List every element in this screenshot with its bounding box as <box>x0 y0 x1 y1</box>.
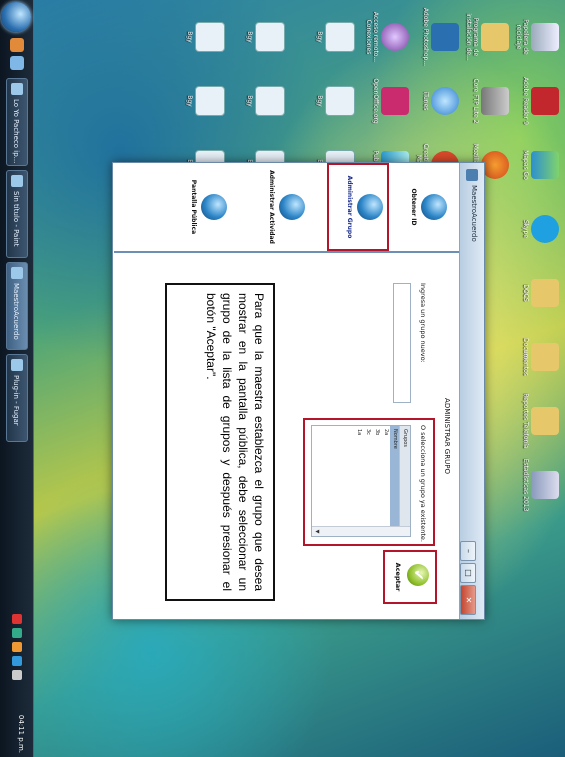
adobe-reader-icon <box>531 87 559 115</box>
group-list-item[interactable]: Nombre <box>390 426 399 536</box>
new-group-label: Ingresa un grupo nuevo: <box>419 283 427 363</box>
window-controls: –□✕ <box>460 539 481 615</box>
group-list-scrollbar[interactable]: ▼ <box>312 526 410 536</box>
desktop-icon-docs[interactable]: DOCS <box>522 262 559 324</box>
folder-icon <box>531 343 559 371</box>
taskbar-item[interactable]: Sin título - Paint <box>6 170 28 258</box>
window-title: MaestroAcuerdo <box>470 185 478 242</box>
desktop-icon-file[interactable]: Bgy <box>246 6 285 68</box>
remote-icon <box>381 23 409 51</box>
group-list-header: Grupos <box>399 426 410 536</box>
tray-icon[interactable] <box>12 642 22 652</box>
globe-icon <box>201 194 227 220</box>
paint-icon <box>11 175 23 187</box>
group-list-item[interactable]: 2a <box>381 426 390 536</box>
openoffice-icon <box>381 87 409 115</box>
tray-icon[interactable] <box>12 628 22 638</box>
minimize-button[interactable]: – <box>460 541 476 561</box>
group-list[interactable]: Grupos Nombre 2a 3b 3c 1a ▼ <box>311 425 411 537</box>
desktop-icon-documents[interactable]: Documentos <box>522 326 559 388</box>
firefox-icon <box>481 151 509 179</box>
taskbar: Lo Yo Pacheco ip... Sin título - Paint M… <box>0 0 34 757</box>
desktop-icon-stats[interactable]: Estadísticas 2013 <box>522 454 559 516</box>
clock[interactable]: 04:11 p.m. <box>17 715 25 753</box>
desktop-icon-photoshop[interactable]: Adobe Photoshop... <box>422 6 459 68</box>
quicklaunch-icon[interactable] <box>10 38 24 52</box>
group-list-item[interactable]: 3c <box>363 426 372 536</box>
folder-icon <box>531 407 559 435</box>
group-list-item[interactable]: 3b <box>372 426 381 536</box>
check-icon: ✔ <box>407 564 429 586</box>
desktop-icon-file[interactable]: Bgy <box>316 70 355 132</box>
file-icon <box>325 86 355 116</box>
taskbar-item-active[interactable]: MaestroAcuerdo <box>6 262 28 350</box>
desktop-icon-reports[interactable]: Reportes Telefonía <box>522 390 559 452</box>
volume-icon[interactable] <box>12 670 22 680</box>
desktop-icon-openoffice[interactable]: OpenOffice.org <box>372 70 409 132</box>
desktop-icon-installer[interactable]: Programa de instalación de... <box>465 6 509 68</box>
file-icon <box>325 22 355 52</box>
recycle-bin-icon <box>531 23 559 51</box>
nav-sidebar: Obtener ID Administrar Grupo Administrar… <box>114 163 459 253</box>
start-button[interactable] <box>1 2 31 32</box>
new-group-input[interactable] <box>393 283 411 403</box>
desktop-icon-remote[interactable]: Acceso remoto... Conexiones <box>365 6 409 68</box>
box-icon <box>531 471 559 499</box>
photoshop-icon <box>431 23 459 51</box>
file-icon <box>255 22 285 52</box>
nav-administrar-actividad[interactable]: Administrar Actividad <box>249 163 311 251</box>
desktop-icon-file[interactable]: Bgy <box>246 70 285 132</box>
ftp-icon <box>481 87 509 115</box>
taskbar-item[interactable]: Plug-in - Fugar <box>6 354 28 442</box>
globe-icon <box>357 194 383 220</box>
desktop: Papelera de reciclaje Adobe Reader 9 Map… <box>0 0 565 757</box>
app-icon <box>466 169 478 181</box>
file-icon <box>195 22 225 52</box>
plugin-icon <box>11 359 23 371</box>
folder-icon <box>481 23 509 51</box>
section-title: ADMINISTRAR GRUPO <box>443 398 451 474</box>
close-button[interactable]: ✕ <box>460 585 476 615</box>
group-list-item[interactable]: 1a <box>354 426 363 536</box>
nav-obtener-id[interactable]: Obtener ID <box>391 163 453 251</box>
file-icon <box>255 86 285 116</box>
desktop-icon-recycle-bin[interactable]: Papelera de reciclaje <box>515 6 559 68</box>
desktop-icon-file[interactable]: Bgy <box>186 70 225 132</box>
network-icon[interactable] <box>12 656 22 666</box>
file-icon <box>195 86 225 116</box>
desktop-icon-skype[interactable]: Skype <box>522 198 559 260</box>
instruction-note: Para que la maestra establezca el grupo … <box>165 283 275 601</box>
skype-icon <box>531 215 559 243</box>
desktop-icon-adobe-reader[interactable]: Adobe Reader 9 <box>522 70 559 132</box>
quicklaunch-icon[interactable] <box>10 56 24 70</box>
content-panel: ADMINISTRAR GRUPO Ingresa un grupo nuevo… <box>114 255 459 617</box>
accept-label: Aceptar <box>394 562 402 592</box>
globe-icon <box>279 194 305 220</box>
select-group-label: O selecciona un grupo ya existente. <box>419 425 427 542</box>
nav-administrar-grupo[interactable]: Administrar Grupo <box>327 163 389 251</box>
nav-pantalla-publica[interactable]: Pantalla Pública <box>171 163 233 251</box>
app-window: MaestroAcuerdo –□✕ Obtener ID Administra… <box>112 162 485 620</box>
desktop-icon-file[interactable]: Bgy <box>186 6 225 68</box>
app-icon <box>11 83 23 95</box>
desktop-icon-file[interactable]: Bgy <box>316 6 355 68</box>
maximize-button[interactable]: □ <box>460 563 476 583</box>
desktop-icon-maps[interactable]: Mapas Go <box>522 134 559 196</box>
rotated-screen: Papelera de reciclaje Adobe Reader 9 Map… <box>0 0 565 757</box>
scroll-down-icon[interactable]: ▼ <box>313 528 320 535</box>
globe-icon <box>421 194 447 220</box>
taskbar-item[interactable]: Lo Yo Pacheco ip... <box>6 78 28 166</box>
app-icon <box>11 267 23 279</box>
folder-icon <box>531 279 559 307</box>
window-titlebar[interactable]: MaestroAcuerdo –□✕ <box>459 163 484 619</box>
desktop-icon-coreftp[interactable]: Core FTP Lite 2 <box>472 70 509 132</box>
itunes-icon <box>431 87 459 115</box>
accept-button[interactable]: ✔ Aceptar <box>383 550 437 604</box>
system-tray: 04:11 p.m. <box>5 610 27 757</box>
tray-icon[interactable] <box>12 614 22 624</box>
desktop-icon-itunes[interactable]: iTunes <box>422 70 459 132</box>
maps-icon <box>531 151 559 179</box>
